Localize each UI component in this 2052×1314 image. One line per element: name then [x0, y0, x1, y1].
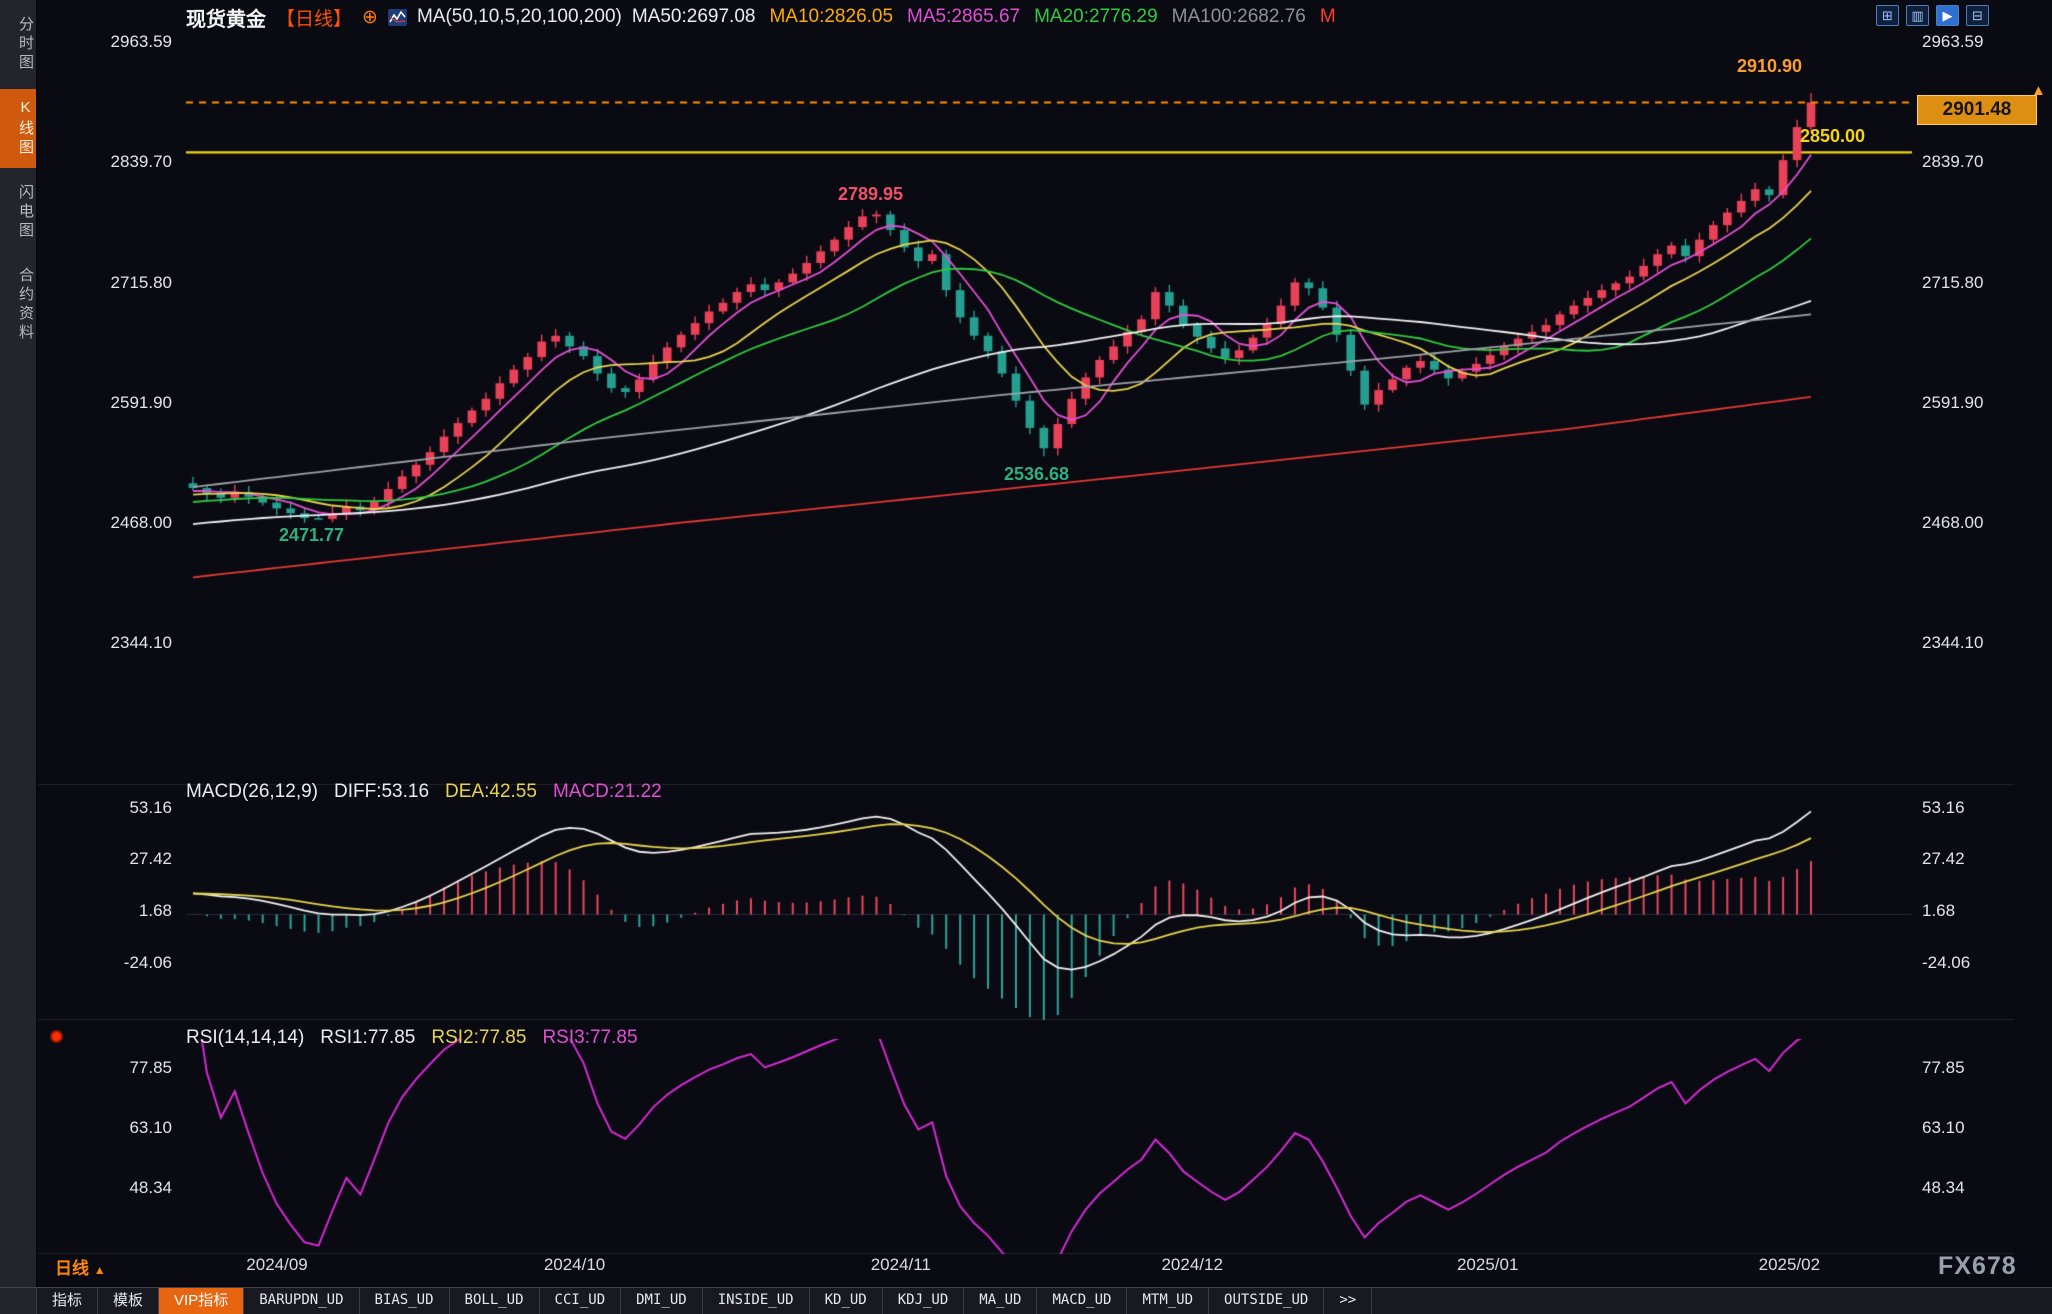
ma-value: MA50:2697.08	[632, 6, 756, 28]
ma-value: MA5:2865.67	[907, 6, 1020, 28]
rsi-header-segment: RSI(14,14,14)	[186, 1027, 304, 1049]
pane-grid-icon[interactable]: ⊞	[1876, 5, 1899, 26]
price-annotation: 2536.68	[1004, 464, 1069, 485]
ma-values: MA50:2697.08 MA10:2826.05 MA5:2865.67 MA20:…	[632, 6, 1336, 28]
sidebar-item-time-chart[interactable]: 分时图	[0, 6, 36, 83]
rsi-axis-label-left: 63.10	[40, 1118, 172, 1138]
date-label: 2024/09	[227, 1255, 327, 1275]
ma-value: M	[1320, 6, 1336, 28]
tab-inside-ud[interactable]: INSIDE_UD	[703, 1288, 810, 1314]
price-axis-label-left: 2344.10	[40, 633, 172, 653]
tab-dmi-ud[interactable]: DMI_UD	[621, 1288, 703, 1314]
latest-price-arrow-icon[interactable]: ▲	[2031, 82, 2046, 99]
date-label: 2024/12	[1142, 1255, 1242, 1275]
date-label: 2025/01	[1438, 1255, 1538, 1275]
tab-mtm-ud[interactable]: MTM_UD	[1127, 1288, 1209, 1314]
date-label: 2025/02	[1739, 1255, 1839, 1275]
period-tag: 【日线】	[276, 4, 352, 31]
price-axis-label-right: 2468.00	[1922, 513, 1983, 533]
macd-axis-label-left: 27.42	[40, 849, 172, 869]
price-axis-label-left: 2468.00	[40, 513, 172, 533]
price-axis-label-right: 2715.80	[1922, 273, 1983, 293]
rsi-header-segment: RSI2:77.85	[431, 1027, 526, 1049]
price-axis-label-right: 2839.70	[1922, 152, 1983, 172]
macd-axis-label-right: 53.16	[1922, 798, 1965, 818]
macd-axis-label-right: 27.42	[1922, 849, 1965, 869]
bottom-tabbar: 指标模板VIP指标BARUPDN_UDBIAS_UDBOLL_UDCCI_UDD…	[0, 1287, 2052, 1314]
macd-header: MACD(26,12,9) DIFF:53.16 DEA:42.55 MACD:21.…	[186, 781, 662, 803]
macd-axis-label-right: -24.06	[1922, 953, 1970, 973]
price-annotation: 2910.90	[1737, 56, 1802, 77]
level-label: 2850.00	[1800, 126, 1865, 147]
tab-ma-ud[interactable]: MA_UD	[964, 1288, 1037, 1314]
tab-macd-ud[interactable]: MACD_UD	[1037, 1288, 1127, 1314]
date-label: 2024/11	[851, 1255, 951, 1275]
rsi-header-segment: RSI3:77.85	[542, 1027, 637, 1049]
ma-value: MA100:2682.76	[1172, 6, 1306, 28]
ma-value: MA20:2776.29	[1034, 6, 1158, 28]
instrument-title: 现货黄金	[186, 3, 266, 32]
sidebar-item-contract-info[interactable]: 合约资料	[0, 257, 36, 353]
macd-header-segment: MACD(26,12,9)	[186, 781, 318, 803]
tab-templates[interactable]: 模板	[98, 1288, 159, 1314]
add-compare-icon[interactable]: ⊕	[362, 6, 378, 29]
macd-axis-label-left: 53.16	[40, 798, 172, 818]
chart-header: 现货黄金 【日线】 ⊕ MA(50,10,5,20,100,200) MA50:…	[186, 4, 1336, 30]
tab-boll-ud[interactable]: BOLL_UD	[450, 1288, 540, 1314]
price-axis-label-right: 2344.10	[1922, 633, 1983, 653]
chart-layout-icons: ⊞ ▥ ▶ ⊟	[1876, 5, 1989, 26]
period-selector[interactable]: 日线 ▲	[55, 1254, 106, 1279]
rsi-axis-label-right: 63.10	[1922, 1118, 1965, 1138]
sidebar-item-lightning-chart[interactable]: 闪电图	[0, 174, 36, 251]
rsi-axis-label-right: 77.85	[1922, 1058, 1965, 1078]
price-axis-label-right: 2591.90	[1922, 393, 1983, 413]
rsi-axis-label-right: 48.34	[1922, 1178, 1965, 1198]
macd-header-segment: DIFF:53.16	[334, 781, 429, 803]
rsi-axis-label-left: 48.34	[40, 1178, 172, 1198]
price-annotation: 2789.95	[838, 184, 903, 205]
tab-kd-ud[interactable]: KD_UD	[810, 1288, 883, 1314]
period-arrow-icon: ▲	[94, 1263, 106, 1277]
period-label: 日线	[55, 1259, 89, 1278]
pane-split-icon[interactable]: ▥	[1906, 5, 1929, 26]
macd-header-segment: DEA:42.55	[445, 781, 537, 803]
last-price-tag: 2901.48	[1917, 95, 2037, 125]
price-axis-label-left: 2963.59	[40, 32, 172, 52]
tab-more[interactable]: >>	[1324, 1288, 1372, 1314]
ma-value: MA10:2826.05	[769, 6, 893, 28]
price-axis-label-right: 2963.59	[1922, 32, 1983, 52]
watermark: FX678	[1938, 1252, 2017, 1281]
price-axis-label-left: 2591.90	[40, 393, 172, 413]
tab-indicators[interactable]: 指标	[37, 1288, 98, 1314]
macd-header-segment: MACD:21.22	[553, 781, 662, 803]
rsi-header-segment: RSI1:77.85	[320, 1027, 415, 1049]
overlay-labels: 2963.59 2963.59 2839.70 2839.70 2715.80 2715.…	[0, 0, 2052, 1314]
rsi-header: RSI(14,14,14) RSI1:77.85 RSI2:77.85 RSI3:77…	[186, 1027, 638, 1049]
pane-merge-icon[interactable]: ⊟	[1966, 5, 1989, 26]
mini-chart-icon[interactable]	[388, 9, 407, 26]
date-label: 2024/10	[525, 1255, 625, 1275]
tab-barupdn-ud[interactable]: BARUPDN_UD	[244, 1288, 359, 1314]
tab-cci-ud[interactable]: CCI_UD	[540, 1288, 622, 1314]
tab-bias-ud[interactable]: BIAS_UD	[360, 1288, 450, 1314]
tab-outside-ud[interactable]: OUTSIDE_UD	[1209, 1288, 1324, 1314]
sidebar-item-kline-chart[interactable]: K线图	[0, 89, 36, 168]
play-icon[interactable]: ▶	[1936, 5, 1959, 26]
macd-axis-label-right: 1.68	[1922, 901, 1955, 921]
price-annotation: 2471.77	[279, 525, 344, 546]
ma-params-label: MA(50,10,5,20,100,200)	[417, 6, 622, 28]
macd-axis-label-left: 1.68	[40, 901, 172, 921]
price-axis-label-left: 2839.70	[40, 152, 172, 172]
price-axis-label-left: 2715.80	[40, 273, 172, 293]
tab-vip-indicators[interactable]: VIP指标	[159, 1288, 244, 1314]
sidebar: 分时图 K线图闪电图合约资料	[0, 0, 37, 1287]
tabbar-spacer	[0, 1288, 37, 1314]
macd-axis-label-left: -24.06	[40, 953, 172, 973]
indicator-dot-icon	[50, 1030, 63, 1043]
tab-kdj-ud[interactable]: KDJ_UD	[883, 1288, 965, 1314]
rsi-axis-label-left: 77.85	[40, 1058, 172, 1078]
